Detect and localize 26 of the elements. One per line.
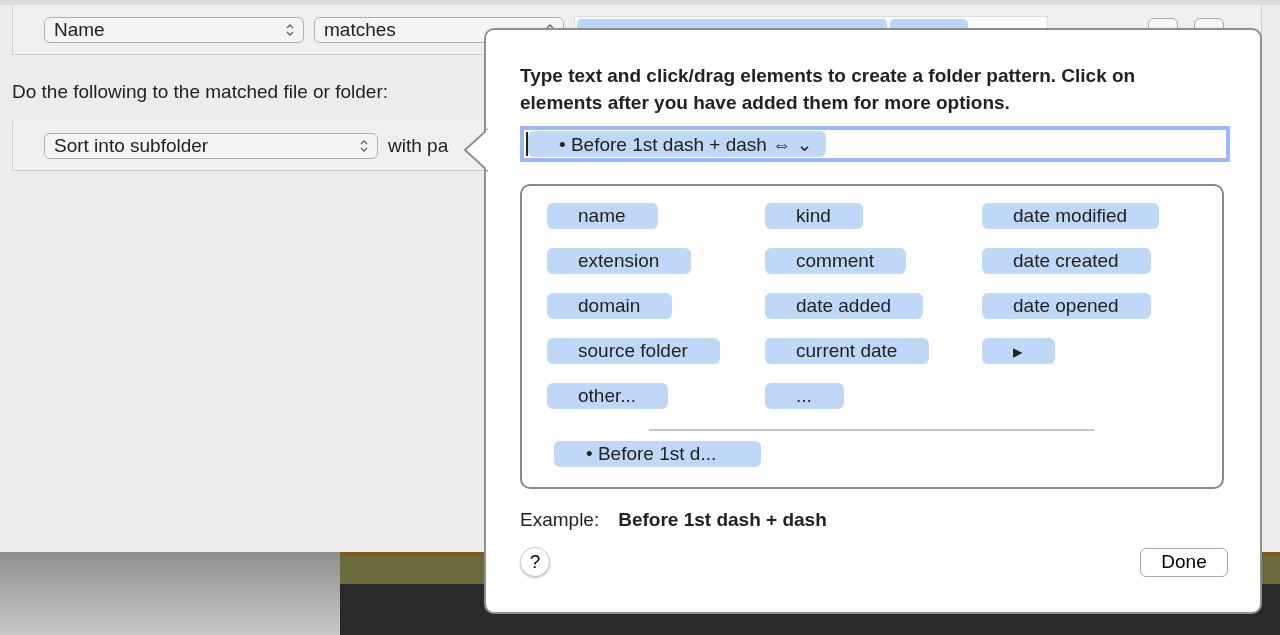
element-token[interactable]: date opened [982, 293, 1151, 319]
element-token[interactable]: current date [765, 338, 930, 364]
attribute-popup[interactable]: Name [44, 16, 304, 43]
done-button[interactable]: Done [1140, 547, 1228, 577]
element-token[interactable]: ... [765, 383, 844, 409]
pattern-token[interactable]: • Before 1st dash + dash ⇔ ⌄ [528, 131, 827, 157]
help-button[interactable]: ? [520, 547, 550, 577]
element-token[interactable]: date modified [982, 203, 1160, 229]
element-token[interactable]: name [547, 203, 658, 229]
pattern-field[interactable]: • Before 1st dash + dash ⇔ ⌄ [520, 126, 1230, 162]
element-token[interactable]: ▸ [982, 338, 1055, 364]
element-token[interactable]: domain [547, 293, 673, 319]
element-token[interactable]: comment [765, 248, 907, 274]
element-token[interactable]: source folder [547, 338, 720, 364]
custom-element-token[interactable]: • Before 1st d... [554, 441, 761, 467]
element-token[interactable]: date added [765, 293, 924, 319]
element-token[interactable]: date created [982, 248, 1151, 274]
element-token[interactable]: extension [547, 248, 692, 274]
with-pattern-label: with pa [388, 134, 449, 157]
action-popup[interactable]: Sort into subfolder [44, 132, 378, 159]
element-token[interactable]: kind [765, 203, 863, 229]
element-token[interactable]: other... [547, 383, 669, 409]
action-label: Do the following to the matched file or folder: [12, 81, 388, 103]
example-label: Example: [520, 509, 600, 531]
example-value: Before 1st dash + dash [618, 509, 827, 531]
instructions-text: Type text and click/drag elements to create a folder pattern. Click on elements after you have added them for more options. [520, 64, 1137, 115]
